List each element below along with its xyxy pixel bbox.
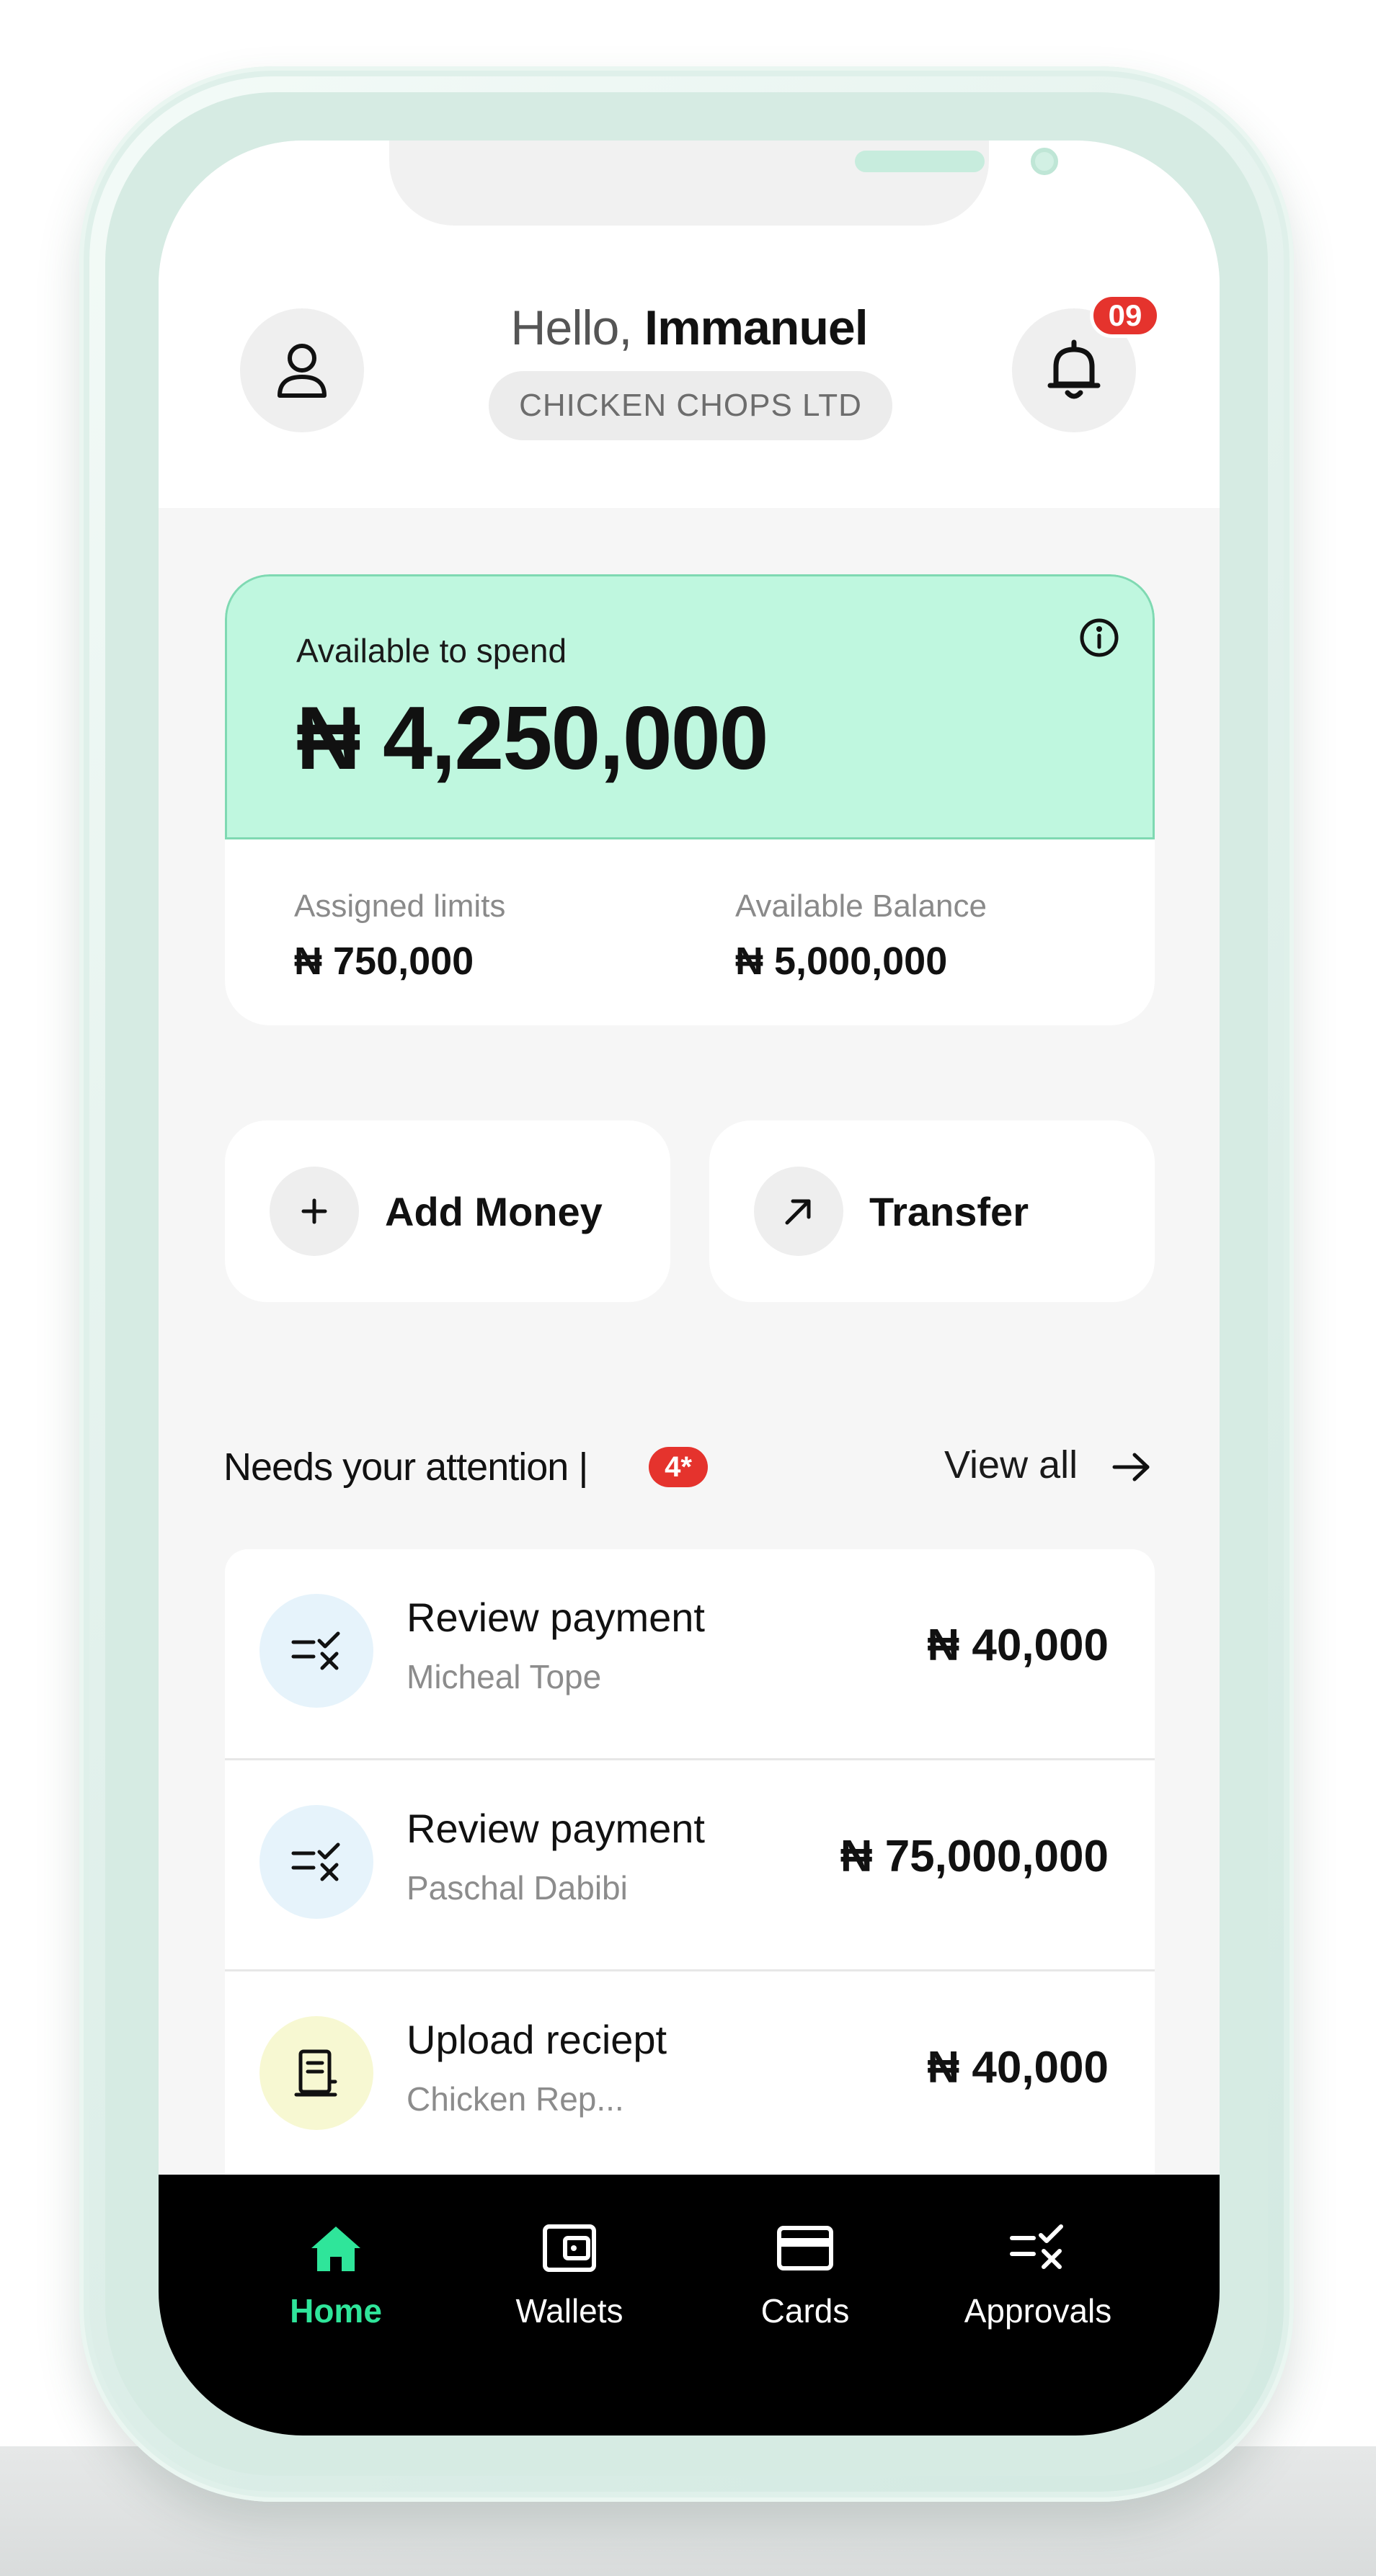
list-item[interactable]: Review payment Paschal Dabibi ₦ 75,000,0… bbox=[225, 1760, 1155, 1971]
phone-screen: Hello, Immanuel CHICKEN CHOPS LTD 09 Ava… bbox=[159, 141, 1220, 2435]
assigned-limits-value: ₦ 750,000 bbox=[294, 940, 474, 983]
plus-icon bbox=[270, 1167, 359, 1256]
phone-notch bbox=[389, 141, 1058, 226]
view-all-link[interactable]: View all bbox=[944, 1443, 1078, 1487]
list-item[interactable]: Review payment Micheal Tope ₦ 40,000 bbox=[225, 1549, 1155, 1760]
bell-icon bbox=[1047, 339, 1101, 399]
nav-label: Cards bbox=[760, 2292, 850, 2330]
available-balance-label: Available Balance bbox=[735, 888, 987, 924]
info-icon[interactable] bbox=[1074, 612, 1124, 663]
speaker bbox=[855, 151, 985, 172]
available-label: Available to spend bbox=[296, 632, 567, 669]
available-amount: ₦ 4,250,000 bbox=[296, 689, 769, 788]
profile-button[interactable] bbox=[240, 308, 364, 432]
header: Hello, Immanuel CHICKEN CHOPS LTD 09 bbox=[159, 141, 1220, 508]
user-name: Immanuel bbox=[644, 300, 868, 355]
nav-home[interactable]: Home bbox=[217, 2175, 455, 2355]
nav-approvals[interactable]: Approvals bbox=[919, 2175, 1157, 2355]
home-icon bbox=[311, 2227, 360, 2271]
item-amount: ₦ 40,000 bbox=[927, 1621, 1109, 1670]
item-subtitle: Chicken Rep... bbox=[407, 2080, 624, 2118]
company-selector[interactable]: CHICKEN CHOPS LTD bbox=[489, 371, 892, 440]
item-amount: ₦ 40,000 bbox=[927, 2043, 1109, 2093]
approval-icon bbox=[259, 1594, 373, 1708]
nav-cards[interactable]: Cards bbox=[686, 2175, 924, 2355]
camera bbox=[1031, 148, 1058, 175]
arrow-up-right-icon bbox=[754, 1167, 843, 1256]
wallet-icon bbox=[543, 2224, 596, 2272]
item-title: Upload reciept bbox=[407, 2017, 667, 2062]
item-subtitle: Paschal Dabibi bbox=[407, 1869, 628, 1907]
item-title: Review payment bbox=[407, 1595, 705, 1640]
nav-label: Approvals bbox=[964, 2292, 1112, 2330]
available-balance-value: ₦ 5,000,000 bbox=[735, 940, 948, 983]
nav-wallets[interactable]: Wallets bbox=[450, 2175, 688, 2355]
attention-title: Needs your attention | bbox=[223, 1445, 588, 1489]
approval-icon bbox=[259, 1805, 373, 1919]
card-icon bbox=[777, 2226, 833, 2270]
attention-count-badge: 4* bbox=[649, 1447, 708, 1487]
user-icon bbox=[278, 344, 327, 398]
nav-label: Home bbox=[290, 2292, 382, 2330]
transfer-label: Transfer bbox=[869, 1188, 1029, 1234]
bottom-navigation: Home Wallets Cards Approvals bbox=[159, 2175, 1220, 2435]
transfer-button[interactable]: Transfer bbox=[709, 1120, 1155, 1302]
item-amount: ₦ 75,000,000 bbox=[840, 1832, 1109, 1881]
available-to-spend-panel: Available to spend ₦ 4,250,000 bbox=[225, 574, 1155, 839]
balance-card: Available to spend ₦ 4,250,000 Assigned … bbox=[225, 574, 1155, 1025]
notification-badge: 09 bbox=[1090, 293, 1160, 338]
item-subtitle: Micheal Tope bbox=[407, 1658, 602, 1695]
item-title: Review payment bbox=[407, 1806, 705, 1851]
add-money-button[interactable]: Add Money bbox=[225, 1120, 670, 1302]
nav-label: Wallets bbox=[515, 2292, 623, 2330]
assigned-limits-label: Assigned limits bbox=[294, 888, 506, 924]
app-screenshot: Hello, Immanuel CHICKEN CHOPS LTD 09 Ava… bbox=[0, 0, 1376, 2576]
approvals-icon bbox=[1010, 2224, 1063, 2269]
greeting-prefix: Hello, bbox=[510, 300, 632, 355]
greeting: Hello, Immanuel bbox=[447, 299, 931, 357]
list-item[interactable]: Upload reciept Chicken Rep... ₦ 40,000 bbox=[225, 1971, 1155, 2182]
arrow-right-icon[interactable] bbox=[1110, 1448, 1153, 1487]
add-money-label: Add Money bbox=[385, 1188, 603, 1234]
receipt-icon bbox=[259, 2016, 373, 2130]
